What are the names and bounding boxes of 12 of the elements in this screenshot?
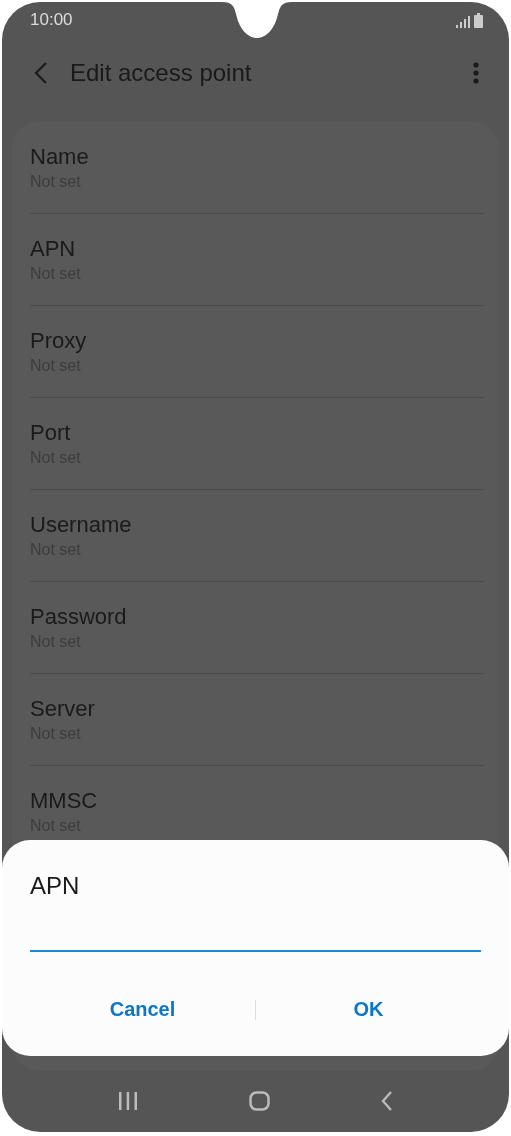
back-icon[interactable] [34,62,48,84]
back-icon[interactable] [381,1091,394,1111]
dialog-title: APN [30,872,81,900]
more-options-icon[interactable] [473,62,479,84]
battery-icon [474,12,483,28]
screen-title: Edit access point [70,59,253,87]
signal-icon [456,15,470,28]
status-time: 10:00 [30,10,73,30]
home-icon[interactable] [249,1091,270,1111]
cancel-button[interactable]: Cancel [30,992,255,1027]
ok-button[interactable]: OK [256,992,481,1027]
recent-apps-icon[interactable] [117,1092,138,1110]
